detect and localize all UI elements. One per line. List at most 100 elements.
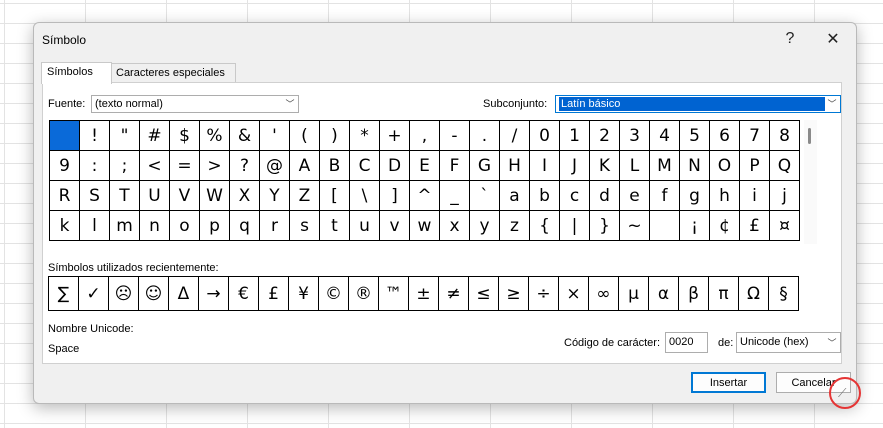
symbol-cell[interactable]: D — [380, 151, 410, 181]
symbol-cell[interactable]: 9 — [50, 151, 80, 181]
symbol-cell[interactable]: r — [260, 211, 290, 241]
symbol-cell[interactable]: ( — [290, 121, 320, 151]
symbol-cell[interactable]: T — [110, 181, 140, 211]
symbol-cell[interactable]: P — [740, 151, 770, 181]
symbol-cell[interactable]: * — [350, 121, 380, 151]
symbol-cell[interactable]: ` — [470, 181, 500, 211]
recent-symbol-cell[interactable]: € — [229, 277, 259, 310]
symbol-cell[interactable]: 5 — [680, 121, 710, 151]
symbol-cell[interactable]: . — [470, 121, 500, 151]
recent-symbol-cell[interactable]: ÷ — [529, 277, 559, 310]
symbol-cell[interactable]: , — [410, 121, 440, 151]
symbol-cell[interactable]: S — [80, 181, 110, 211]
font-select[interactable]: (texto normal) ﹀ — [91, 95, 299, 113]
recent-symbol-cell[interactable]: § — [769, 277, 798, 310]
symbol-cell[interactable]: _ — [440, 181, 470, 211]
symbol-cell[interactable]: 4 — [650, 121, 680, 151]
symbol-cell[interactable]: z — [500, 211, 530, 241]
symbol-cell[interactable]: G — [470, 151, 500, 181]
recent-symbol-cell[interactable]: π — [709, 277, 739, 310]
symbol-cell[interactable]: Q — [770, 151, 800, 181]
recent-symbol-cell[interactable]: Ω — [739, 277, 769, 310]
symbol-cell[interactable]: @ — [260, 151, 290, 181]
symbol-cell[interactable]: : — [80, 151, 110, 181]
symbol-cell[interactable]: } — [590, 211, 620, 241]
symbol-cell[interactable]: 2 — [590, 121, 620, 151]
symbol-cell[interactable]: J — [560, 151, 590, 181]
symbol-cell[interactable]: 6 — [710, 121, 740, 151]
tab-symbols[interactable]: Símbolos — [41, 62, 112, 84]
symbol-cell[interactable]: ¤ — [770, 211, 800, 241]
symbol-cell[interactable]: 0 — [530, 121, 560, 151]
symbol-cell[interactable]: L — [620, 151, 650, 181]
recent-symbol-cell[interactable]: α — [649, 277, 679, 310]
symbol-cell[interactable]: t — [320, 211, 350, 241]
symbol-cell[interactable]: Z — [290, 181, 320, 211]
symbol-cell[interactable]: % — [200, 121, 230, 151]
close-button[interactable]: ✕ — [815, 25, 851, 53]
symbol-cell[interactable]: { — [530, 211, 560, 241]
symbol-cell[interactable]: m — [110, 211, 140, 241]
recent-symbol-cell[interactable]: © — [319, 277, 349, 310]
insert-button[interactable]: Insertar — [691, 372, 766, 393]
symbol-cell[interactable]: n — [140, 211, 170, 241]
recent-symbol-cell[interactable]: → — [199, 277, 229, 310]
symbol-cell[interactable]: O — [710, 151, 740, 181]
symbol-cell[interactable]: a — [500, 181, 530, 211]
recent-symbol-cell[interactable]: ≤ — [469, 277, 499, 310]
symbol-cell[interactable]: + — [380, 121, 410, 151]
symbol-cell[interactable]: 1 — [560, 121, 590, 151]
recent-symbol-cell[interactable]: β — [679, 277, 709, 310]
subset-select[interactable]: Latín básico ﹀ — [555, 95, 841, 113]
symbol-cell[interactable]: Y — [260, 181, 290, 211]
symbol-cell[interactable]: E — [410, 151, 440, 181]
symbol-cell[interactable]: K — [590, 151, 620, 181]
symbol-cell[interactable]: / — [500, 121, 530, 151]
symbol-cell[interactable]: ~ — [620, 211, 650, 241]
symbol-cell[interactable]: u — [350, 211, 380, 241]
symbol-cell[interactable]: s — [290, 211, 320, 241]
symbol-cell[interactable]: A — [290, 151, 320, 181]
symbol-cell[interactable]: o — [170, 211, 200, 241]
recent-symbol-cell[interactable]: ± — [409, 277, 439, 310]
symbol-cell[interactable]: C — [350, 151, 380, 181]
symbol-cell[interactable]: y — [470, 211, 500, 241]
symbol-cell[interactable]: H — [500, 151, 530, 181]
symbol-cell[interactable]: U — [140, 181, 170, 211]
symbol-cell[interactable]: x — [440, 211, 470, 241]
tab-special-characters[interactable]: Caracteres especiales — [110, 63, 236, 82]
help-button[interactable]: ? — [772, 25, 808, 53]
recent-symbol-cell[interactable]: ® — [349, 277, 379, 310]
symbol-cell[interactable]: V — [170, 181, 200, 211]
symbol-cell[interactable]: e — [620, 181, 650, 211]
symbol-cell[interactable]: b — [530, 181, 560, 211]
recent-symbol-cell[interactable]: ≠ — [439, 277, 469, 310]
symbol-cell[interactable]: " — [110, 121, 140, 151]
symbol-cell[interactable]: # — [140, 121, 170, 151]
recent-symbol-cell[interactable]: µ — [619, 277, 649, 310]
symbol-cell[interactable]: & — [230, 121, 260, 151]
symbol-cell[interactable]: 3 — [620, 121, 650, 151]
recent-symbol-cell[interactable]: ¥ — [289, 277, 319, 310]
symbol-cell[interactable]: W — [200, 181, 230, 211]
recent-symbol-cell[interactable]: £ — [259, 277, 289, 310]
symbol-cell[interactable] — [650, 211, 680, 241]
recent-symbol-cell[interactable]: ☺ — [139, 277, 169, 310]
symbol-cell[interactable]: B — [320, 151, 350, 181]
symbol-cell[interactable]: ] — [380, 181, 410, 211]
symbol-cell[interactable]: v — [380, 211, 410, 241]
symbol-cell[interactable]: N — [680, 151, 710, 181]
recent-symbol-cell[interactable]: ✓ — [79, 277, 109, 310]
symbol-cell[interactable]: l — [80, 211, 110, 241]
symbol-cell[interactable]: ' — [260, 121, 290, 151]
symbol-cell[interactable]: p — [200, 211, 230, 241]
scrollbar-thumb[interactable] — [808, 128, 811, 144]
symbol-cell[interactable]: ¢ — [710, 211, 740, 241]
symbol-cell[interactable]: d — [590, 181, 620, 211]
recent-symbol-cell[interactable]: ☹ — [109, 277, 139, 310]
symbol-cell[interactable]: \ — [350, 181, 380, 211]
symbol-cell[interactable]: I — [530, 151, 560, 181]
symbol-cell[interactable]: w — [410, 211, 440, 241]
recent-symbol-cell[interactable]: ∑ — [49, 277, 79, 310]
symbol-cell[interactable]: > — [200, 151, 230, 181]
